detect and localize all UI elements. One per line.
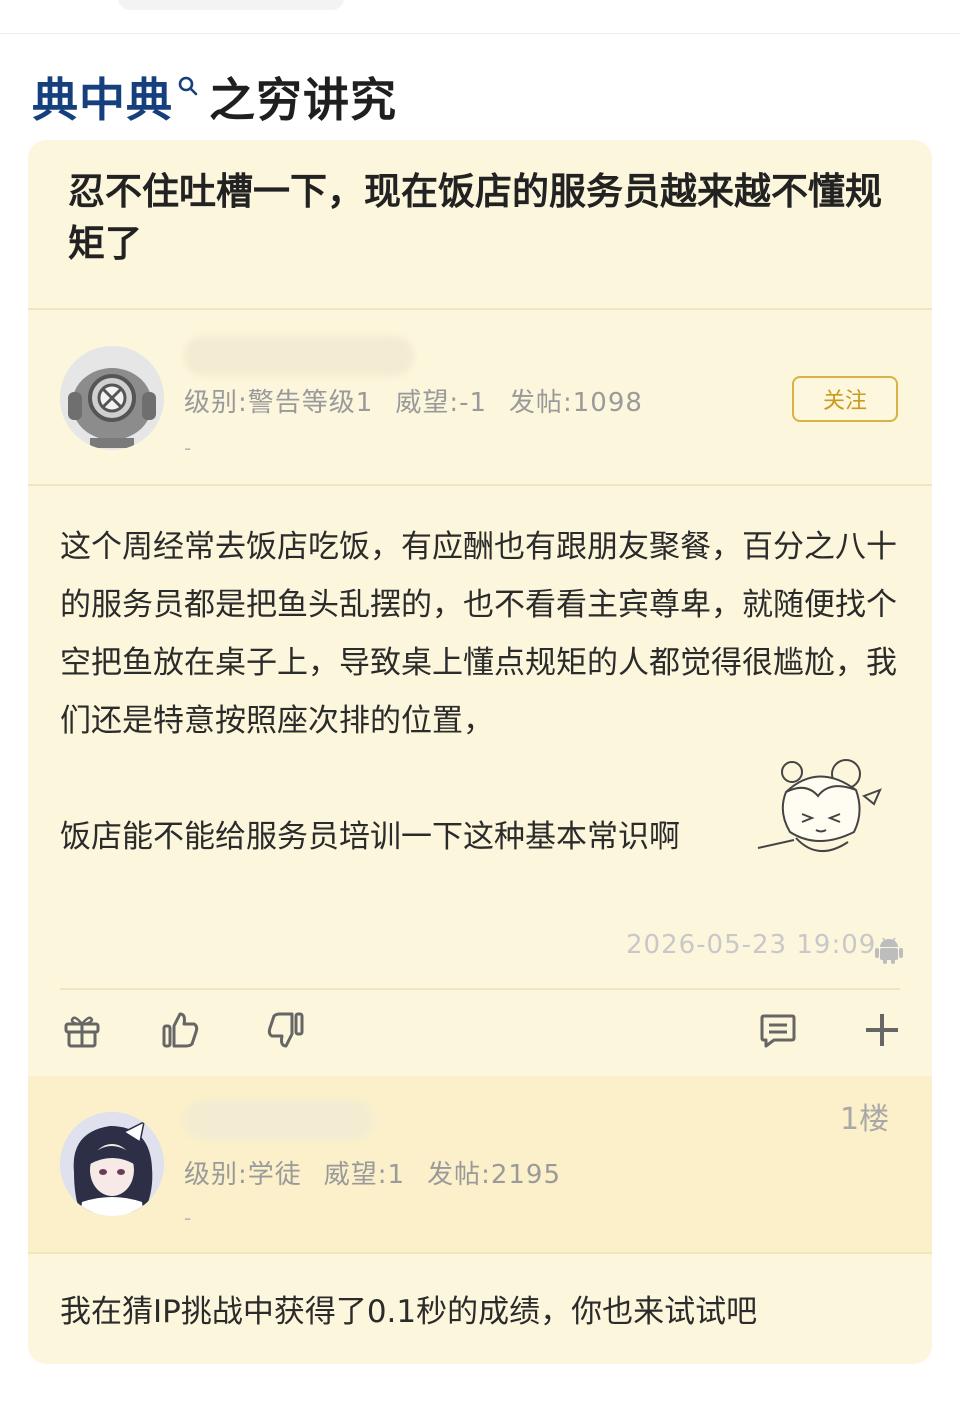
post-timestamp: 2026-05-23 19:09	[626, 930, 877, 960]
android-icon	[875, 937, 903, 964]
page-title: 典中典 之穷讲究	[32, 64, 397, 130]
reply-author-sub: -	[184, 1206, 192, 1230]
reply-header: 1楼 级别:学徒 威望:1 发帖:2195 -	[28, 1076, 932, 1252]
divider	[60, 988, 900, 990]
anime-avatar[interactable]	[60, 1112, 164, 1216]
post-action-bar	[28, 1000, 932, 1076]
top-search-stub	[118, 0, 344, 10]
thumbs-down-icon[interactable]	[266, 1010, 306, 1050]
follow-button[interactable]: 关注	[792, 376, 898, 422]
diving-helmet-avatar[interactable]	[60, 346, 164, 450]
author-posts: 发帖:1098	[509, 388, 643, 418]
top-divider	[0, 33, 960, 34]
divider	[28, 1252, 932, 1254]
thumbs-up-icon[interactable]	[160, 1010, 200, 1050]
post-paragraph: 这个周经常去饭店吃饭，有应酬也有跟朋友聚餐，百分之八十的服务员都是把鱼头乱摆的，…	[60, 529, 897, 739]
gift-icon[interactable]	[62, 1010, 102, 1050]
floor-number: 1楼	[840, 1102, 890, 1137]
title-link[interactable]: 典中典	[32, 64, 173, 130]
plus-icon[interactable]	[862, 1010, 902, 1050]
post-title: 忍不住吐槽一下，现在饭店的服务员越来越不懂规矩了	[68, 170, 882, 265]
author-meta: 级别:警告等级1 威望:-1 发帖:1098	[184, 382, 665, 419]
author-name-blurred[interactable]	[184, 336, 414, 376]
reply-author-meta: 级别:学徒 威望:1 发帖:2195	[184, 1154, 583, 1191]
author-prestige: 威望:-1	[395, 388, 487, 418]
search-icon[interactable]	[175, 75, 205, 119]
reply-author-posts: 发帖:2195	[427, 1160, 562, 1190]
title-rest: 之穷讲究	[209, 73, 397, 127]
divider	[28, 308, 932, 310]
reply-author-level: 级别:学徒	[184, 1160, 302, 1190]
anime-sticker-icon	[757, 759, 882, 852]
post-card: 忍不住吐槽一下，现在饭店的服务员越来越不懂规矩了 级别:警告等级1 威望:-1 发帖…	[28, 140, 932, 1364]
reply-text: 我在猜IP挑战中获得了0.1秒的成绩，你也来试试吧	[60, 1294, 758, 1330]
comment-icon[interactable]	[758, 1010, 798, 1050]
divider	[28, 484, 932, 486]
reply-author-prestige: 威望:1	[323, 1160, 406, 1190]
author-sub: -	[184, 436, 192, 460]
author-level: 级别:警告等级1	[184, 388, 374, 418]
reply-author-name-blurred[interactable]	[184, 1100, 374, 1140]
